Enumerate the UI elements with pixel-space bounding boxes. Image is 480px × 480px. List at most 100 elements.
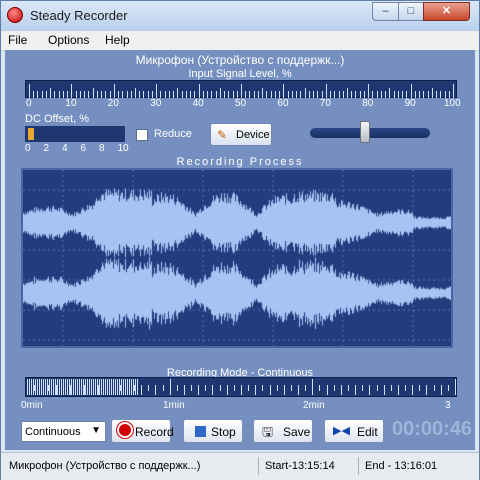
timeline-tick <box>162 385 164 391</box>
input-meter-tick <box>283 84 285 98</box>
gain-slider-track[interactable] <box>310 128 430 138</box>
input-meter-tick <box>363 91 365 98</box>
input-meter-tick <box>177 88 179 98</box>
input-meter-tick <box>393 91 395 98</box>
timeline-tick <box>84 385 86 395</box>
minimize-button[interactable]: – <box>372 2 399 21</box>
timeline-tick <box>183 385 185 395</box>
input-meter-tick <box>436 91 438 98</box>
record-button[interactable]: Record <box>111 419 174 443</box>
timeline-tick <box>283 385 285 395</box>
stop-button[interactable]: Stop <box>183 419 243 443</box>
timeline-tick <box>255 385 257 395</box>
input-meter-tick <box>397 91 399 98</box>
input-meter-tick <box>402 91 404 98</box>
input-meter-tick <box>317 91 319 98</box>
input-meter-tick <box>253 91 255 98</box>
menu-options[interactable]: Options <box>48 33 89 47</box>
timeline-tick <box>397 385 399 395</box>
record-button-label: Record <box>135 425 174 439</box>
input-meter-tick <box>139 91 141 98</box>
input-meter-tick <box>325 84 327 98</box>
dc-scale-8: 8 <box>99 143 105 154</box>
timeline-label-0min: 0min <box>21 400 43 411</box>
input-level-meter <box>25 80 457 98</box>
timeline-label-1min: 1min <box>163 400 185 411</box>
save-button[interactable]: 🖫 Save <box>253 419 313 443</box>
input-meter-tick <box>342 91 344 98</box>
timeline-tick <box>312 379 314 395</box>
timeline-tick <box>426 385 428 395</box>
input-meter-tick <box>79 91 81 98</box>
timeline-tick <box>91 385 93 391</box>
timeline-tick <box>305 385 307 391</box>
status-end: End - 13:16:01 <box>365 460 438 472</box>
input-level-label: Input Signal Level, % <box>188 68 292 80</box>
input-meter-tick <box>92 88 94 98</box>
input-meter-tick <box>440 91 442 98</box>
menu-help[interactable]: Help <box>105 33 130 47</box>
dc-offset-label: DC Offset, % <box>25 113 89 125</box>
device-pencil-icon: ✎ <box>217 128 228 142</box>
timeline-tick <box>355 385 357 395</box>
maximize-button[interactable]: □ <box>398 2 424 21</box>
device-button[interactable]: ✎ Device <box>210 123 272 146</box>
timeline-tick <box>440 385 442 395</box>
input-meter-tick <box>245 91 247 98</box>
timeline-tick <box>126 385 128 395</box>
title-bar[interactable]: Steady Recorder – □ ✕ <box>1 1 479 31</box>
timeline-tick <box>269 385 271 395</box>
timeline-tick <box>27 379 28 395</box>
input-meter-tick <box>355 91 357 98</box>
close-button[interactable]: ✕ <box>423 2 470 21</box>
input-meter-tick <box>33 91 35 98</box>
timeline-tick <box>176 385 178 391</box>
input-meter-tick <box>156 84 158 98</box>
input-meter-tick <box>444 91 446 98</box>
input-meter-tick <box>215 91 217 98</box>
timeline-tick <box>333 385 335 391</box>
gain-slider-thumb[interactable] <box>359 121 370 143</box>
device-title: Микрофон (Устройство с поддержк...) <box>135 53 345 67</box>
input-meter-tick <box>376 91 378 98</box>
input-meter-tick <box>54 91 56 98</box>
input-meter-tick <box>50 88 52 98</box>
timeline-tick <box>134 385 135 391</box>
timeline-tick <box>405 385 407 391</box>
input-meter-tick <box>266 91 268 98</box>
timeline-tick <box>191 385 193 391</box>
input-meter-tick <box>236 91 238 98</box>
input-meter-tick <box>389 88 391 98</box>
input-meter-tick <box>113 84 115 98</box>
dc-scale-4: 4 <box>62 143 68 154</box>
input-meter-tick <box>296 91 298 98</box>
edit-button[interactable]: ▶◀ Edit <box>324 419 384 443</box>
timeline-tick <box>105 385 107 391</box>
input-meter-tick <box>135 88 136 98</box>
mode-select[interactable]: Continuous ▼ <box>21 421 106 442</box>
reduce-checkbox[interactable] <box>136 129 148 141</box>
input-meter-tick <box>304 88 306 98</box>
input-meter-tick <box>109 91 111 98</box>
input-meter-tick <box>262 88 264 98</box>
timeline-tick <box>376 385 378 391</box>
timeline-tick <box>433 385 435 391</box>
timeline-tick <box>298 385 300 395</box>
dc-offset-fill <box>28 128 34 140</box>
input-meter-tick <box>207 91 209 98</box>
timeline-tick <box>390 385 392 391</box>
waveform-canvas <box>23 170 451 346</box>
input-meter-tick <box>313 91 315 98</box>
recording-timeline <box>25 377 457 397</box>
timeline-tick <box>148 385 150 391</box>
floppy-disk-icon: 🖫 <box>262 424 274 439</box>
device-button-label: Device <box>236 129 270 141</box>
menu-file[interactable]: File <box>8 33 27 47</box>
input-scale-50: 50 <box>235 98 247 109</box>
input-meter-tick <box>75 91 77 98</box>
input-scale-90: 90 <box>404 98 416 109</box>
timeline-tick <box>69 385 71 395</box>
chevron-down-icon: ▼ <box>91 425 101 436</box>
dc-scale-2: 2 <box>43 143 50 154</box>
input-meter-tick <box>257 91 259 98</box>
